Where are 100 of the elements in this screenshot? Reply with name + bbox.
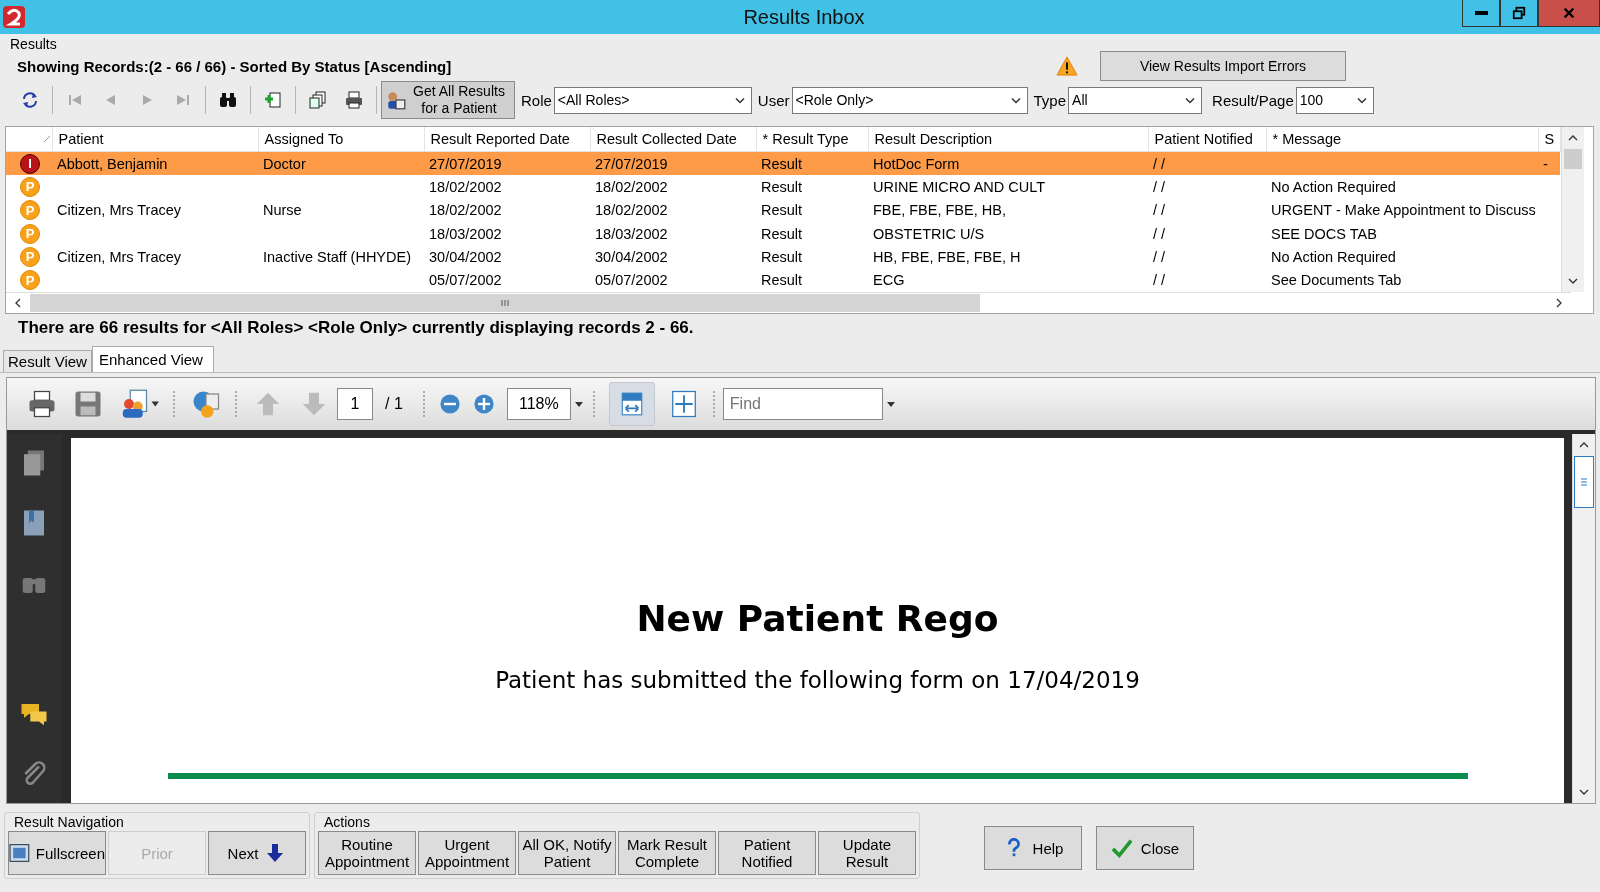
get-all-results-button[interactable]: Get All Results for a Patient bbox=[381, 81, 515, 119]
status-badge: P bbox=[20, 223, 40, 244]
table-cell: 18/02/2002 bbox=[595, 179, 668, 195]
table-cell: Nurse bbox=[263, 202, 302, 219]
zoom-in-icon[interactable] bbox=[471, 392, 496, 416]
column-header[interactable]: Result Reported Date bbox=[424, 127, 590, 152]
navigation-button[interactable]: Fullscreen bbox=[8, 831, 106, 875]
action-button[interactable]: Routine Appointment bbox=[318, 831, 416, 875]
table-row[interactable]: P Citizen, Mrs Tracey Inactive Staff (HHYDE) 30/04/2002 30/04/2002 Result HB, FBE, FBE, FBE, H / / No Action Required bbox=[6, 245, 1560, 269]
print-icon[interactable] bbox=[344, 90, 364, 110]
table-cell: Inactive Staff (HHYDE) bbox=[263, 248, 411, 265]
table-row[interactable]: P 18/02/2002 18/02/2002 Result URINE MICRO AND CULT / / No Action Required bbox=[6, 175, 1560, 199]
table-cell: Result bbox=[761, 225, 803, 242]
column-header[interactable]: S bbox=[1538, 127, 1560, 152]
table-cell: OBSTETRIC U/S bbox=[873, 225, 985, 242]
zoom-field[interactable]: 118% bbox=[506, 388, 571, 420]
table-cell: URINE MICRO AND CULT bbox=[873, 179, 1046, 195]
footer-button[interactable]: Close bbox=[1096, 826, 1194, 870]
dropdown-arrow-icon[interactable] bbox=[574, 401, 583, 407]
refresh-icon[interactable] bbox=[20, 90, 40, 110]
scroll-right-icon[interactable] bbox=[1556, 298, 1562, 308]
scroll-up-icon[interactable] bbox=[1567, 135, 1578, 141]
zoom-out-icon[interactable] bbox=[437, 392, 462, 416]
scroll-left-icon[interactable] bbox=[15, 298, 21, 308]
status-badge: P bbox=[20, 246, 40, 267]
filter-dropdown[interactable]: 100 bbox=[1295, 86, 1374, 114]
table-cell: 30/04/2002 bbox=[429, 248, 502, 265]
binoculars-icon[interactable] bbox=[218, 90, 238, 110]
column-header[interactable]: Assigned To bbox=[258, 127, 424, 152]
table-cell: Citizen, Mrs Tracey bbox=[57, 202, 182, 219]
column-header[interactable]: Patient Notified bbox=[1148, 127, 1266, 152]
table-cell: HotDoc Form bbox=[873, 155, 960, 172]
print-icon[interactable] bbox=[27, 389, 57, 419]
action-button[interactable]: Patient Notified bbox=[718, 831, 816, 875]
fit-width-button[interactable] bbox=[608, 382, 655, 426]
status-badge: P bbox=[20, 200, 40, 221]
filter-dropdown[interactable]: All bbox=[1068, 86, 1203, 114]
table-cell: / / bbox=[1153, 272, 1166, 289]
table-cell: / / bbox=[1153, 248, 1166, 265]
footer-button[interactable]: Help bbox=[984, 826, 1082, 870]
filter-label: Role bbox=[521, 91, 552, 109]
table-row[interactable]: P 05/07/2002 05/07/2002 Result ECG / / See Documents Tab bbox=[6, 268, 1560, 292]
view-tab[interactable]: Result View bbox=[3, 350, 92, 372]
document-title: New Patient Rego bbox=[636, 598, 999, 639]
view-tab[interactable]: Enhanced View bbox=[91, 346, 214, 372]
table-row[interactable]: I Abbott, Benjamin Doctor 27/07/2019 27/07/2019 Result HotDoc Form / / - bbox=[6, 151, 1560, 176]
scroll-thumb[interactable] bbox=[1563, 149, 1582, 169]
column-header[interactable]: * Message bbox=[1266, 127, 1538, 152]
navigation-button[interactable]: Next bbox=[208, 831, 306, 875]
action-button[interactable]: Mark Result Complete bbox=[618, 831, 716, 875]
table-cell: 05/07/2002 bbox=[595, 272, 668, 289]
table-cell: 05/07/2002 bbox=[429, 272, 502, 289]
table-cell: 27/07/2019 bbox=[595, 155, 668, 172]
dropdown-arrow-icon[interactable] bbox=[886, 401, 895, 407]
scroll-down-icon[interactable] bbox=[1567, 278, 1578, 284]
filter-dropdown[interactable]: <All Roles> bbox=[553, 86, 752, 114]
action-button[interactable]: Update Result bbox=[818, 831, 916, 875]
filter-label: User bbox=[757, 91, 790, 109]
column-header[interactable]: Result Description bbox=[868, 127, 1148, 152]
filter-label: Result/Page bbox=[1212, 91, 1294, 109]
action-button[interactable]: All OK, Notify Patient bbox=[518, 831, 616, 875]
save-icon[interactable] bbox=[73, 389, 103, 419]
warning-icon bbox=[1056, 56, 1078, 76]
scroll-up-icon[interactable] bbox=[1579, 442, 1589, 448]
results-status-text: There are 66 results for <All Roles> <Role Only> currently displaying records 2 - 66. bbox=[17, 317, 695, 339]
column-header[interactable]: Patient bbox=[52, 127, 258, 152]
table-row[interactable]: P Citizen, Mrs Tracey Nurse 18/02/2002 18/02/2002 Result FBE, FBE, FBE, HB, / / URGENT - Make Appointment to Discuss bbox=[6, 198, 1560, 222]
grip-icon[interactable] bbox=[1579, 477, 1589, 487]
table-cell: SEE DOCS TAB bbox=[1271, 225, 1377, 242]
table-cell: 18/02/2002 bbox=[429, 179, 502, 195]
restore-button[interactable] bbox=[1500, 0, 1538, 27]
patient-search-icon bbox=[385, 89, 407, 111]
app-logo-icon bbox=[2, 5, 26, 29]
column-header[interactable]: * Result Type bbox=[756, 127, 868, 152]
grip-icon[interactable] bbox=[500, 298, 510, 308]
action-button[interactable]: Urgent Appointment bbox=[418, 831, 516, 875]
table-cell: 27/07/2019 bbox=[429, 155, 502, 172]
vertical-scrollbar[interactable] bbox=[1572, 434, 1595, 803]
vertical-scrollbar[interactable] bbox=[1560, 127, 1584, 292]
table-cell: HB, FBE, FBE, FBE, H bbox=[873, 248, 1021, 265]
chevron-down-icon bbox=[1010, 96, 1021, 104]
copy-documents-icon[interactable] bbox=[308, 90, 328, 110]
page-number-field[interactable]: 1 bbox=[337, 388, 373, 420]
table-row[interactable]: P 18/03/2002 18/03/2002 Result OBSTETRIC U/S / / SEE DOCS TAB bbox=[6, 222, 1560, 246]
scroll-down-icon[interactable] bbox=[1579, 789, 1589, 795]
table-cell: No Action Required bbox=[1271, 179, 1396, 195]
column-header[interactable]: Result Collected Date bbox=[590, 127, 756, 152]
close-button[interactable] bbox=[1538, 0, 1600, 27]
table-cell: - bbox=[1543, 155, 1548, 172]
add-document-icon[interactable] bbox=[263, 90, 283, 110]
table-cell: Doctor bbox=[263, 155, 306, 172]
page-total: / 1 bbox=[385, 395, 403, 413]
filter-label: Type bbox=[1033, 91, 1067, 109]
minimize-button[interactable] bbox=[1462, 0, 1500, 27]
filter-dropdown[interactable]: <Role Only> bbox=[791, 86, 1028, 114]
horizontal-scrollbar[interactable] bbox=[6, 292, 1571, 313]
table-cell: See Documents Tab bbox=[1271, 272, 1402, 289]
find-field[interactable]: Find bbox=[722, 388, 883, 420]
table-cell: No Action Required bbox=[1271, 248, 1396, 265]
import-errors-button[interactable]: View Results Import Errors bbox=[1100, 51, 1346, 81]
